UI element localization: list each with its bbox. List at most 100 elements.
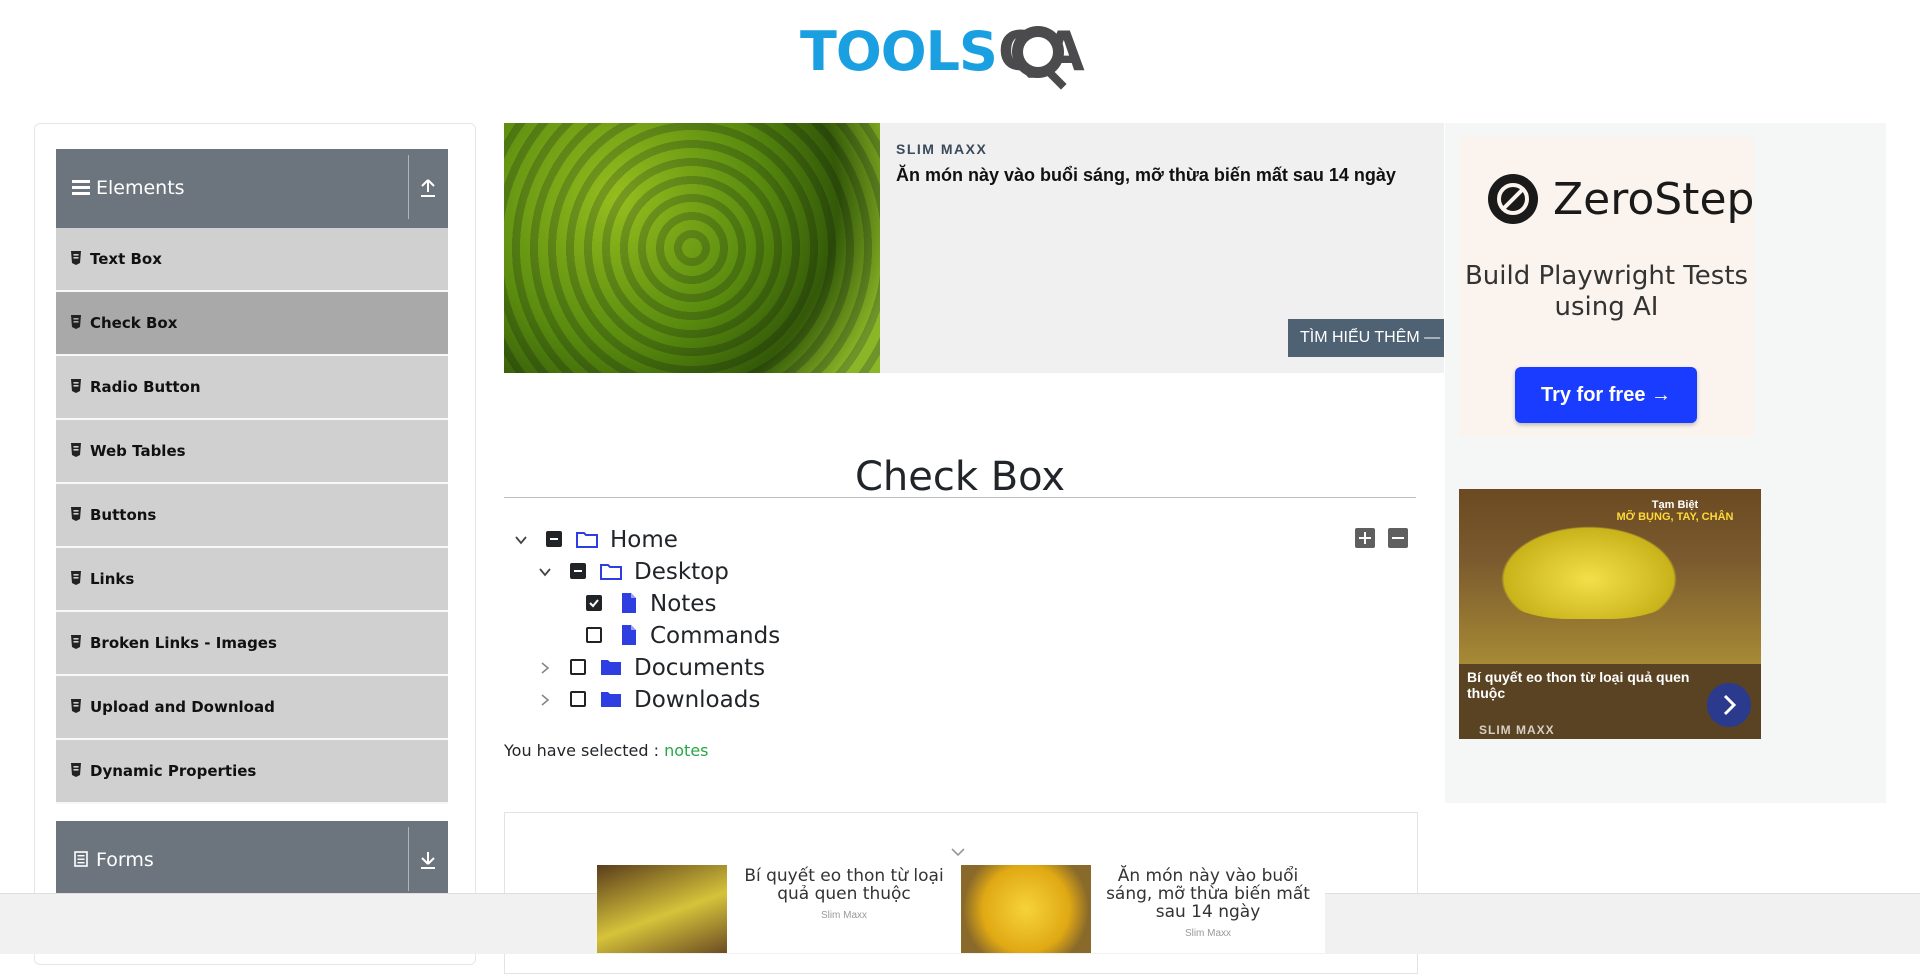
sticky-ad-strip: Bí quyết eo thon từ loại quả quen thuộc … [597,865,1325,953]
file-icon [622,593,636,613]
sticky-ad-item-bananas[interactable]: Bí quyết eo thon từ loại quả quen thuộc … [597,865,961,953]
expand-all-button[interactable] [1355,528,1375,548]
banana-promo: Tạm Biệt MỠ BỤNG, TAY, CHÂN [1595,499,1755,523]
folder-open-icon [600,564,622,580]
tree-node-downloads: Downloads [536,685,836,715]
group-header-forms[interactable]: Forms [56,821,448,900]
plus-square-icon [1359,532,1371,544]
chevron-down-icon[interactable] [538,565,552,579]
try-for-free-button[interactable]: Try for free → [1515,367,1697,423]
page-title: Check Box [854,453,1066,500]
file-icon [622,625,636,645]
folder-open-icon [576,532,598,548]
checkbox-partial[interactable] [546,531,562,547]
tree-node-home: Home [512,525,812,555]
sidebar-item-dynamic-properties[interactable]: Dynamic Properties [56,740,448,804]
sticky-ad-brand: Slim Maxx [820,910,868,921]
gear-icon [1012,26,1067,90]
title-divider [504,497,1416,498]
html5-icon [71,379,81,393]
folder-icon [601,692,621,707]
tree-node-label[interactable]: Documents [634,653,765,683]
ad-image-bitter-melon [504,123,880,373]
zerostep-tagline: Build Playwright Tests using AI [1464,261,1749,322]
tree-node-label[interactable]: Commands [650,621,780,651]
sidebar-item-check-box[interactable]: Check Box [56,292,448,356]
folder-icon [601,660,621,675]
html5-icon [71,251,81,265]
check-icon [589,599,599,608]
chevron-down-icon[interactable] [514,533,528,547]
chevron-right-icon[interactable] [538,693,552,707]
group-header-elements[interactable]: Elements [56,149,448,228]
sticky-ad-title: Ăn món này vào buổi sáng, mỡ thừa biến m… [1106,866,1310,922]
minus-icon [574,570,582,572]
minus-icon [550,538,558,540]
tree-node-desktop: Desktop [536,557,836,587]
sidebar-item-broken-links-images[interactable]: Broken Links - Images [56,612,448,676]
checkbox-checked[interactable] [586,595,602,611]
toolsqa-logo[interactable]: TOOLS QA [800,14,1125,90]
sidebar-item-web-tables[interactable]: Web Tables [56,420,448,484]
sidebar-item-label: Broken Links - Images [90,634,277,652]
banana-ad[interactable]: Tạm Biệt MỠ BỤNG, TAY, CHÂN Bí quyết eo … [1459,489,1761,739]
expand-arrow-icon[interactable] [418,849,438,871]
chevron-right-icon[interactable] [538,661,552,675]
sidebar-item-label: Radio Button [90,378,201,396]
ad-learn-more-button[interactable]: TÌM HIỂU THÊM — [1288,319,1444,357]
collapse-arrow-icon[interactable] [418,177,438,199]
hamburger-icon [72,180,90,195]
selection-prefix: You have selected : [504,741,660,760]
banana-ad-title: Bí quyết eo thon từ loại quả quen thuộc [1467,669,1690,701]
html5-icon [71,763,81,777]
zerostep-ad[interactable]: ZeroStep Build Playwright Tests using AI… [1459,137,1754,437]
chevron-right-icon[interactable] [1707,683,1751,727]
sidebar-item-buttons[interactable]: Buttons [56,484,448,548]
divider [408,155,409,219]
sticky-ad-title: Bí quyết eo thon từ loại quả quen thuộc [744,866,944,904]
checkbox-partial[interactable] [570,563,586,579]
tree-node-label[interactable]: Home [610,525,678,555]
sidebar-item-text-box[interactable]: Text Box [56,228,448,292]
html5-icon [71,571,81,585]
tree-node-commands: Commands [584,621,884,651]
sticky-ad-brand: Slim Maxx [1184,928,1232,939]
sidebar-item-label: Dynamic Properties [90,762,257,780]
sidebar-item-links[interactable]: Links [56,548,448,612]
group-label: Forms [96,849,154,871]
tree-node-label[interactable]: Desktop [634,557,729,587]
divider [408,827,409,891]
checkbox-unchecked[interactable] [570,691,586,707]
ad-brand: SLIM MAXX [896,141,988,157]
sticky-ad-item-corn[interactable]: Ăn món này vào buổi sáng, mỡ thừa biến m… [961,865,1325,953]
promo-title: Tạm Biệt [1651,499,1699,511]
sidebar-item-label: Text Box [90,250,162,268]
checkbox-unchecked[interactable] [570,659,586,675]
chevron-down-icon[interactable] [950,846,966,858]
banana-ad-brand: SLIM MAXX [1479,723,1555,737]
sidebar-item-label: Web Tables [90,442,186,460]
top-ad-banner[interactable]: SLIM MAXX Ăn món này vào buổi sáng, mỡ t… [504,123,1444,373]
group-label: Elements [96,177,185,199]
tree-node-notes: Notes [584,589,884,619]
collapse-all-button[interactable] [1388,528,1408,548]
checkbox-unchecked[interactable] [586,627,602,643]
html5-icon [71,443,81,457]
ad-thumbnail-bananas [597,865,727,953]
promo-subtitle: MỠ BỤNG, TAY, CHÂN [1616,511,1734,523]
sidebar-item-label: Upload and Download [90,698,275,716]
right-ad-column: ZeroStep Build Playwright Tests using AI… [1445,123,1886,803]
ad-headline[interactable]: Ăn món này vào buổi sáng, mỡ thừa biến m… [896,163,1436,187]
tree-node-label[interactable]: Downloads [634,685,760,715]
sidebar-item-label: Links [90,570,135,588]
html5-icon [71,507,81,521]
form-icon [74,851,88,867]
zerostep-name: ZeroStep [1553,174,1755,225]
selection-value: notes [664,741,709,760]
sidebar-item-label: Buttons [90,506,157,524]
zerostep-logo-icon [1488,174,1538,224]
minus-square-icon [1392,537,1404,539]
sidebar-item-radio-button[interactable]: Radio Button [56,356,448,420]
tree-node-label[interactable]: Notes [650,589,716,619]
sidebar-item-upload-and-download[interactable]: Upload and Download [56,676,448,740]
